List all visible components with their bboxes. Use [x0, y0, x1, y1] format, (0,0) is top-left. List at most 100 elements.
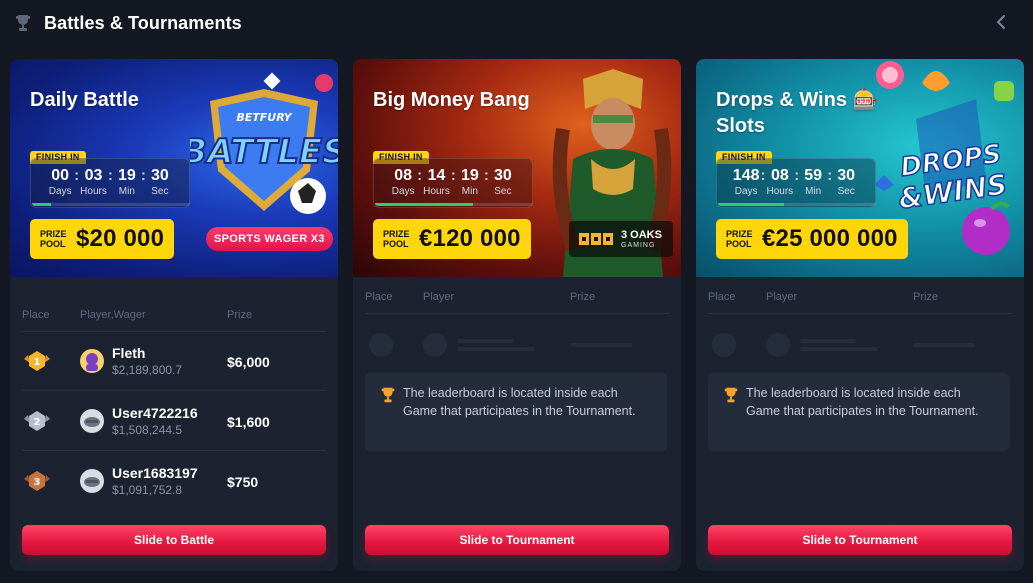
trophy-icon — [381, 387, 395, 403]
medal-place-1: 1 — [34, 357, 41, 368]
section-title: Battles & Tournaments — [44, 12, 242, 33]
card-title: Drops & Wins 🎰 Slots — [716, 89, 878, 137]
prize-pool: PRIZE POOL $20 000 — [30, 219, 175, 259]
card-banner: BATTLES BETFURY Daily Battle FINISH IN 0… — [10, 59, 338, 277]
skeleton-avatar — [712, 333, 736, 357]
skeleton-avatar — [423, 333, 447, 357]
prize-pool-label: PRIZE POOL — [383, 229, 410, 249]
svg-text:BATTLES: BATTLES — [190, 132, 338, 172]
timer-sec: 30 — [150, 167, 169, 184]
timer-min-label: Min — [118, 186, 135, 197]
timer-progress — [375, 203, 533, 206]
prize-pool-value: $20 000 — [76, 225, 165, 252]
timer-hours: 14 — [427, 167, 446, 184]
divider — [365, 313, 669, 314]
card-title: Big Money Bang — [373, 89, 530, 111]
avatar — [80, 409, 104, 433]
leaderboard-notice: The leaderboard is located inside each G… — [365, 373, 667, 451]
skeleton-line — [800, 339, 856, 343]
col-prize: Prize — [570, 291, 596, 303]
prize-pool-value: €120 000 — [419, 225, 521, 252]
divider — [708, 313, 1012, 314]
col-prize: Prize — [913, 291, 939, 303]
avatar — [80, 469, 104, 493]
trophy-icon — [12, 12, 34, 34]
slide-to-battle-button[interactable]: Slide to Battle — [22, 525, 326, 555]
sports-wager-badge: SPORTS WAGER X3 — [206, 227, 333, 251]
timer-min: 19 — [117, 167, 136, 184]
timer-min-label: Min — [805, 186, 822, 197]
timer-hours: 08 — [770, 167, 789, 184]
timer-hours-label: Hours — [80, 186, 107, 197]
timer-days-label: Days — [734, 186, 758, 197]
col-prize: Prize — [227, 309, 253, 321]
prize-pool-label: PRIZE POOL — [40, 229, 67, 249]
notice-text: The leaderboard is located inside each G… — [746, 386, 979, 418]
player-name: User1683197 — [112, 465, 198, 481]
timer-days: 148 — [732, 167, 760, 184]
col-place: Place — [708, 291, 736, 303]
divider — [22, 331, 326, 332]
gold-medal-icon: 1 — [24, 351, 50, 371]
divider — [22, 450, 326, 451]
skeleton-line — [913, 343, 975, 347]
prize-pool-label: PRIZE POOL — [726, 229, 753, 249]
timer-sec: 30 — [837, 167, 856, 184]
provider-logo: 3 OAKS GAMING — [569, 221, 673, 257]
countdown-timer: 148 Days : 08 Hours : 59 Min : 30 Sec — [716, 158, 876, 208]
countdown-timer: 08 Days : 14 Hours : 19 Min : 30 Sec — [373, 158, 533, 208]
bronze-medal-icon: 3 — [24, 471, 50, 491]
timer-sec-label: Sec — [837, 186, 855, 197]
avatar — [80, 349, 104, 373]
oaks-icon — [579, 233, 613, 245]
player-prize: $1,600 — [227, 414, 270, 430]
card-banner: Big Money Bang FINISH IN 08 Days : 14 Hour… — [353, 59, 681, 277]
medal-place-3: 3 — [34, 477, 41, 488]
prize-pool: PRIZE POOL €25 000 000 — [716, 219, 908, 259]
timer-hours-label: Hours — [423, 186, 450, 197]
timer-progress — [718, 203, 876, 206]
timer-min-label: Min — [461, 186, 478, 197]
skeleton-line — [457, 347, 535, 351]
timer-sec-label: Sec — [494, 186, 512, 197]
provider-sub: GAMING — [621, 241, 656, 249]
silver-medal-icon: 2 — [24, 411, 50, 431]
player-name: Fleth — [112, 345, 146, 361]
card-title: Daily Battle — [30, 89, 139, 111]
battles-logo-art: BATTLES BETFURY — [190, 72, 338, 214]
drops-wins-card: DROPS &WINS Drops & Wins 🎰 Slots FINISH … — [696, 59, 1024, 571]
countdown-timer: 00 Days : 03 Hours : 19 Min : 30 Sec — [30, 158, 190, 208]
timer-hours: 03 — [84, 167, 103, 184]
timer-days: 00 — [51, 167, 70, 184]
timer-sec: 30 — [493, 167, 512, 184]
prize-pool-value: €25 000 000 — [762, 225, 898, 252]
chevron-left-icon[interactable] — [991, 12, 1011, 32]
prize-pool: PRIZE POOL €120 000 — [373, 219, 531, 259]
daily-battle-card: BATTLES BETFURY Daily Battle FINISH IN 0… — [10, 59, 338, 571]
skeleton-line — [570, 343, 632, 347]
player-wager: $1,508,244.5 — [112, 423, 183, 437]
slide-to-tournament-button[interactable]: Slide to Tournament — [365, 525, 669, 555]
timer-days-label: Days — [48, 186, 72, 197]
timer-hours-label: Hours — [766, 186, 794, 197]
card-banner: DROPS &WINS Drops & Wins 🎰 Slots FINISH … — [696, 59, 1024, 277]
col-player: Player,Wager — [80, 309, 146, 321]
timer-days-label: Days — [391, 186, 415, 197]
col-place: Place — [365, 291, 393, 303]
skeleton-line — [800, 347, 878, 351]
leaderboard-notice: The leaderboard is located inside each G… — [708, 373, 1010, 451]
col-player: Player — [766, 291, 798, 303]
section-header: Battles & Tournaments — [0, 0, 1033, 46]
timer-min: 59 — [804, 167, 823, 184]
slide-to-tournament-button[interactable]: Slide to Tournament — [708, 525, 1012, 555]
col-place: Place — [22, 309, 50, 321]
timer-sec-label: Sec — [151, 186, 169, 197]
player-wager: $2,189,800.7 — [112, 363, 183, 377]
timer-min: 19 — [460, 167, 479, 184]
provider-name: 3 OAKS — [621, 228, 662, 241]
col-player: Player — [423, 291, 455, 303]
player-prize: $750 — [227, 474, 259, 490]
svg-text:BETFURY: BETFURY — [236, 111, 292, 124]
skeleton-line — [457, 339, 513, 343]
skeleton-avatar — [766, 333, 790, 357]
